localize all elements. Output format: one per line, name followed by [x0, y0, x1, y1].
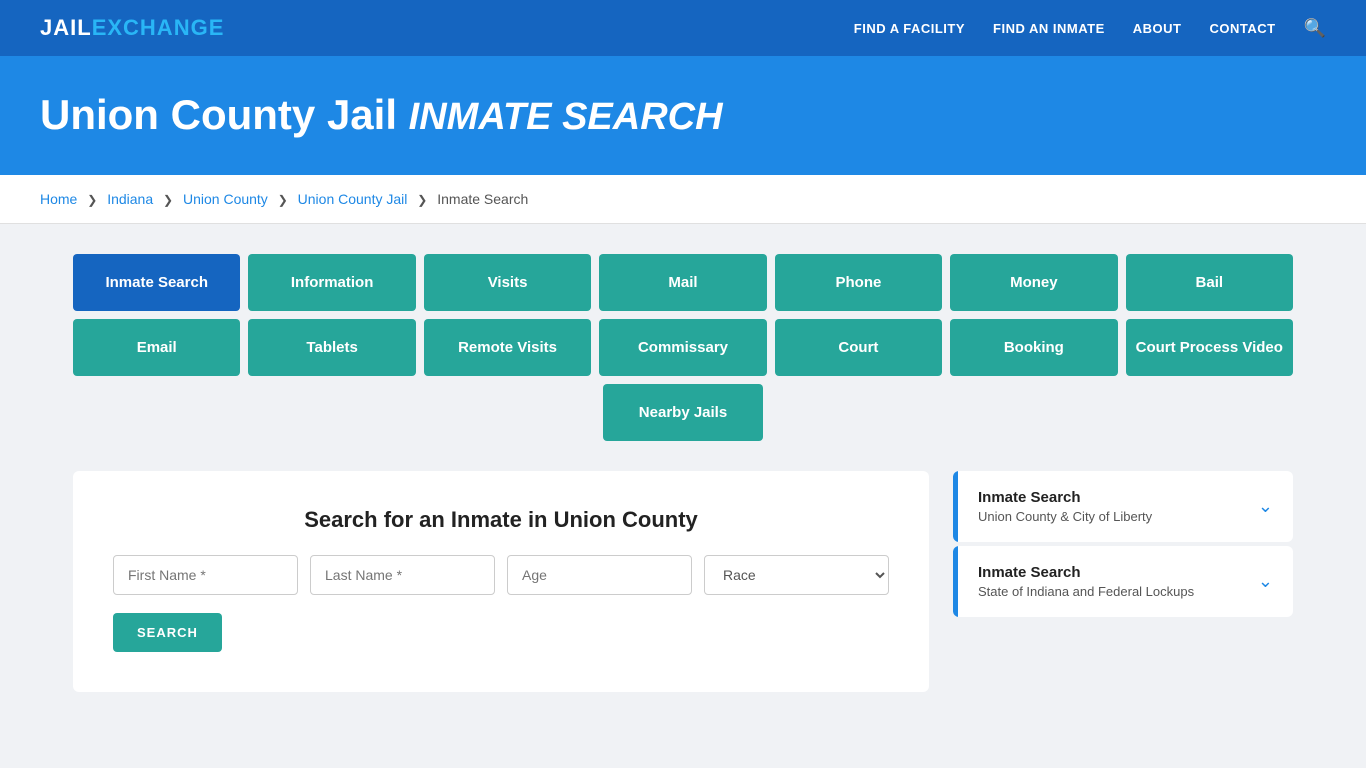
logo-jail: JAIL — [40, 15, 92, 40]
btn-information[interactable]: Information — [248, 254, 415, 311]
sidebar-card-title-2: Inmate Search — [978, 564, 1194, 581]
search-form-box: Search for an Inmate in Union County Rac… — [73, 471, 929, 692]
btn-bail[interactable]: Bail — [1126, 254, 1293, 311]
breadcrumb-home[interactable]: Home — [40, 191, 77, 207]
breadcrumb: Home ❯ Indiana ❯ Union County ❯ Union Co… — [0, 175, 1366, 224]
btn-booking[interactable]: Booking — [950, 319, 1117, 376]
sidebar-card-subtitle-1: Union County & City of Liberty — [978, 509, 1152, 524]
search-fields: Race White Black Hispanic Asian Other — [113, 555, 889, 595]
logo-exchange: EXCHANGE — [92, 15, 225, 40]
nav-button-row1: Inmate Search Information Visits Mail Ph… — [73, 254, 1293, 311]
btn-visits[interactable]: Visits — [424, 254, 591, 311]
nav-find-inmate[interactable]: FIND AN INMATE — [993, 21, 1105, 36]
breadcrumb-union-county[interactable]: Union County — [183, 191, 268, 207]
breadcrumb-indiana[interactable]: Indiana — [107, 191, 153, 207]
nav-find-facility[interactable]: FIND A FACILITY — [854, 21, 965, 36]
breadcrumb-sep-2: ❯ — [163, 193, 173, 207]
btn-nearby-jails[interactable]: Nearby Jails — [603, 384, 763, 441]
breadcrumb-sep-4: ❯ — [417, 193, 427, 207]
hero-banner: Union County Jail INMATE SEARCH — [0, 56, 1366, 175]
btn-phone[interactable]: Phone — [775, 254, 942, 311]
sidebar-card-1: Inmate Search Union County & City of Lib… — [953, 471, 1293, 542]
nav-contact[interactable]: CONTACT — [1209, 21, 1275, 36]
search-form-title: Search for an Inmate in Union County — [113, 507, 889, 533]
breadcrumb-current: Inmate Search — [437, 191, 528, 207]
sidebar-card-2: Inmate Search State of Indiana and Feder… — [953, 546, 1293, 617]
sidebar-card-title-1: Inmate Search — [978, 489, 1152, 506]
race-select[interactable]: Race White Black Hispanic Asian Other — [704, 555, 889, 595]
last-name-input[interactable] — [310, 555, 495, 595]
nav-about[interactable]: ABOUT — [1133, 21, 1182, 36]
btn-court[interactable]: Court — [775, 319, 942, 376]
chevron-down-icon-2: ⌄ — [1258, 571, 1273, 592]
navbar: JAILEXCHANGE FIND A FACILITY FIND AN INM… — [0, 0, 1366, 56]
btn-inmate-search[interactable]: Inmate Search — [73, 254, 240, 311]
sidebar-card-text-1: Inmate Search Union County & City of Lib… — [978, 489, 1152, 524]
sidebar-card-header-1[interactable]: Inmate Search Union County & City of Lib… — [953, 471, 1293, 542]
breadcrumb-sep-3: ❯ — [278, 193, 288, 207]
btn-commissary[interactable]: Commissary — [599, 319, 766, 376]
btn-tablets[interactable]: Tablets — [248, 319, 415, 376]
search-icon[interactable]: 🔍 — [1304, 18, 1326, 39]
sidebar-card-subtitle-2: State of Indiana and Federal Lockups — [978, 584, 1194, 599]
search-button[interactable]: SEARCH — [113, 613, 222, 652]
nav-links: FIND A FACILITY FIND AN INMATE ABOUT CON… — [854, 18, 1326, 39]
breadcrumb-union-county-jail[interactable]: Union County Jail — [298, 191, 408, 207]
hero-title: Union County Jail INMATE SEARCH — [40, 92, 1326, 139]
btn-mail[interactable]: Mail — [599, 254, 766, 311]
btn-money[interactable]: Money — [950, 254, 1117, 311]
content-area: Search for an Inmate in Union County Rac… — [73, 471, 1293, 692]
btn-email[interactable]: Email — [73, 319, 240, 376]
btn-remote-visits[interactable]: Remote Visits — [424, 319, 591, 376]
nav-button-row3: Nearby Jails — [73, 384, 1293, 441]
sidebar-card-text-2: Inmate Search State of Indiana and Feder… — [978, 564, 1194, 599]
site-logo: JAILEXCHANGE — [40, 15, 224, 41]
btn-court-process-video[interactable]: Court Process Video — [1126, 319, 1293, 376]
sidebar-card-header-2[interactable]: Inmate Search State of Indiana and Feder… — [953, 546, 1293, 617]
nav-button-row2: Email Tablets Remote Visits Commissary C… — [73, 319, 1293, 376]
main-content: Inmate Search Information Visits Mail Ph… — [33, 224, 1333, 722]
first-name-input[interactable] — [113, 555, 298, 595]
chevron-down-icon-1: ⌄ — [1258, 496, 1273, 517]
age-input[interactable] — [507, 555, 692, 595]
sidebar: Inmate Search Union County & City of Lib… — [953, 471, 1293, 621]
breadcrumb-sep-1: ❯ — [87, 193, 97, 207]
